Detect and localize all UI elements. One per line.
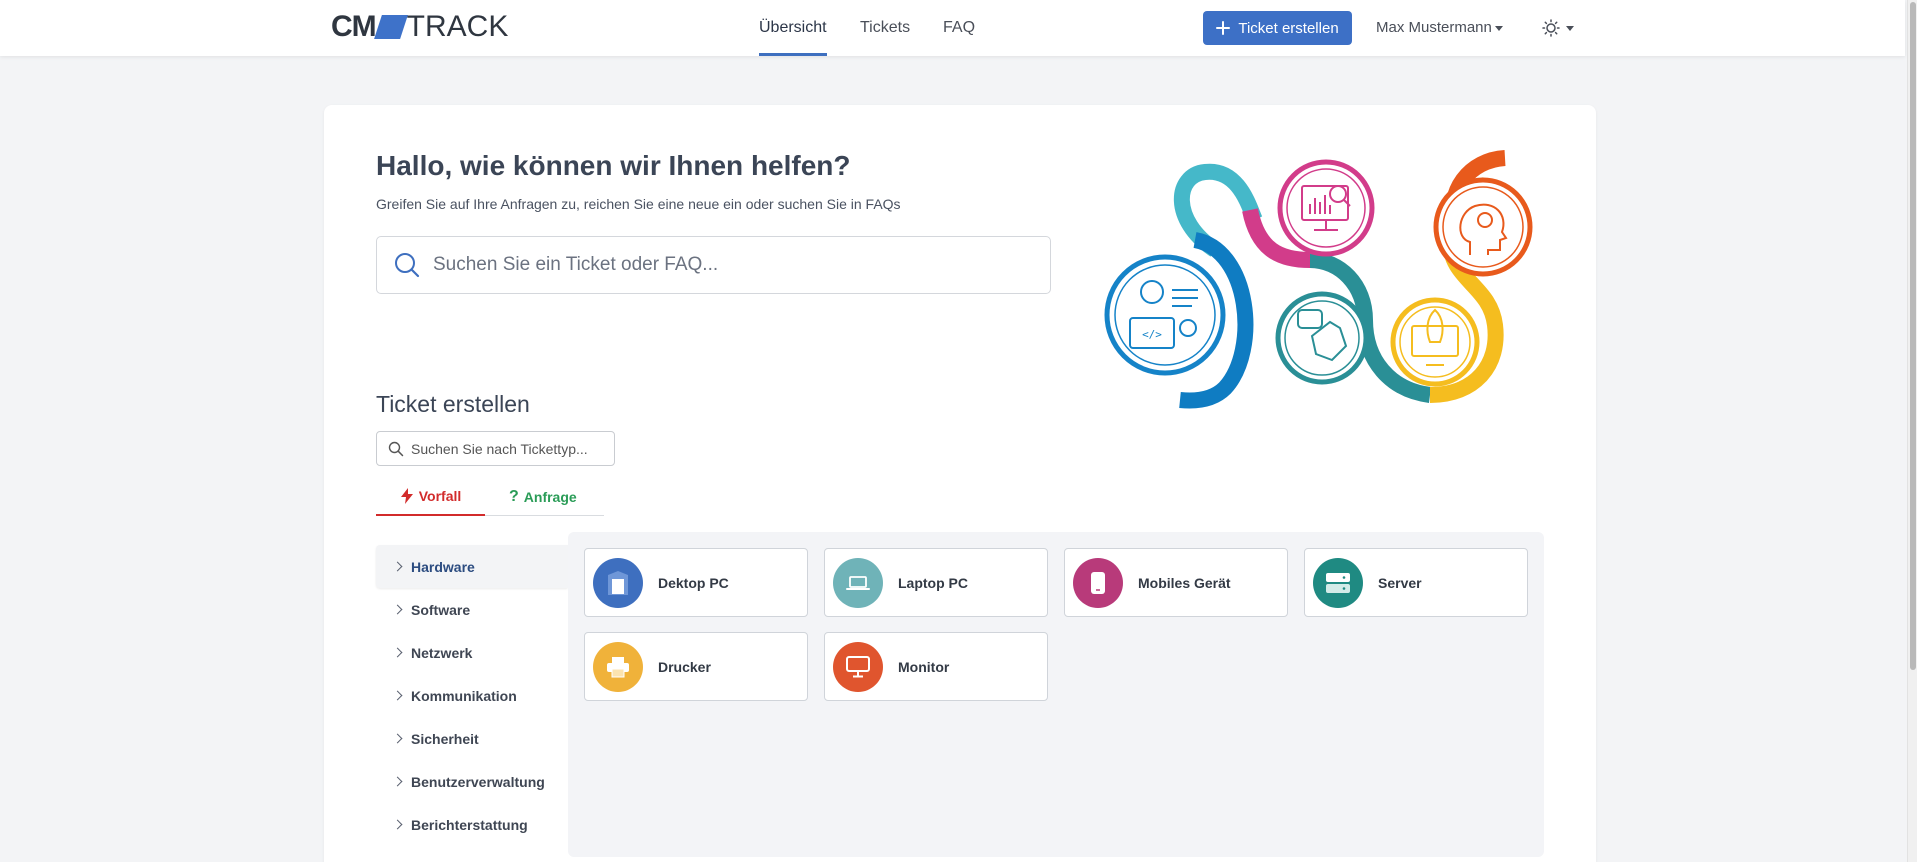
plus-icon — [1216, 21, 1231, 35]
nav-faq[interactable]: FAQ — [943, 0, 975, 56]
category-sicherheit[interactable]: Sicherheit — [376, 717, 568, 760]
theme-toggle[interactable] — [1542, 17, 1574, 39]
global-search-input[interactable] — [433, 254, 993, 276]
ticket-kind-tabs: Vorfall ? Anfrage — [376, 478, 604, 516]
idea-circle — [1433, 177, 1533, 277]
monitor-icon — [833, 641, 883, 692]
tab-vorfall[interactable]: Vorfall — [376, 478, 485, 516]
category-label: Berichterstattung — [411, 816, 528, 833]
category-list: Hardware Software Netzwerk Kommunikation… — [376, 545, 568, 846]
user-name: Max Mustermann — [1376, 19, 1492, 36]
create-ticket-button-label: Ticket erstellen — [1238, 19, 1339, 37]
caret-down-icon — [1494, 25, 1503, 31]
category-label: Hardware — [411, 558, 475, 575]
tile-monitor[interactable]: Monitor — [824, 632, 1048, 701]
page-scrollbar[interactable] — [1907, 0, 1917, 862]
create-ticket-heading: Ticket erstellen — [376, 391, 530, 417]
tile-label: Server — [1378, 574, 1422, 591]
create-ticket-button[interactable]: Ticket erstellen — [1203, 11, 1352, 45]
caret-down-icon — [1566, 25, 1574, 31]
tile-label: Monitor — [898, 658, 950, 675]
chevron-right-icon — [392, 647, 403, 658]
chevron-right-icon — [392, 733, 403, 744]
search-icon — [388, 441, 404, 456]
tab-vorfall-label: Vorfall — [418, 488, 462, 504]
tile-label: Laptop PC — [898, 574, 968, 591]
server-icon — [1313, 557, 1363, 608]
category-label: Benutzerverwaltung — [411, 773, 545, 790]
scrollbar-thumb[interactable] — [1910, 2, 1916, 670]
search-icon — [395, 253, 420, 278]
bolt-icon — [400, 488, 413, 504]
launch-circle — [1390, 297, 1480, 387]
logo-text-track: TRACK — [406, 10, 509, 43]
printer-icon — [593, 641, 643, 692]
category-label: Software — [411, 601, 471, 618]
chevron-right-icon — [392, 561, 403, 572]
global-search-field[interactable] — [376, 236, 1051, 294]
analytics-circle — [1277, 159, 1375, 257]
category-netzwerk[interactable]: Netzwerk — [376, 631, 568, 674]
category-hardware[interactable]: Hardware — [376, 545, 568, 588]
logo[interactable]: CM TRACK — [331, 10, 509, 43]
category-software[interactable]: Software — [376, 588, 568, 631]
tile-desktop-pc[interactable]: Dektop PC — [584, 548, 808, 617]
chevron-right-icon — [392, 776, 403, 787]
tile-label: Dektop PC — [658, 574, 729, 591]
category-label: Netzwerk — [411, 644, 473, 661]
developer-circle: </> — [1104, 254, 1226, 376]
top-navbar: CM TRACK Übersicht Tickets FAQ Ticket er… — [0, 0, 1905, 56]
page-subtitle: Greifen Sie auf Ihre Anfragen zu, reiche… — [376, 196, 901, 212]
logo-text-cm: CM — [331, 10, 377, 43]
tile-mobile-device[interactable]: Mobiles Gerät — [1064, 548, 1288, 617]
page-title: Hallo, wie können wir Ihnen helfen? — [376, 150, 851, 181]
category-label: Sicherheit — [411, 730, 479, 747]
tab-anfrage-label: Anfrage — [523, 489, 577, 505]
category-kommunikation[interactable]: Kommunikation — [376, 674, 568, 717]
logo-slash-mark — [373, 15, 408, 39]
tile-label: Mobiles Gerät — [1138, 574, 1231, 591]
nav-tickets[interactable]: Tickets — [860, 0, 910, 56]
category-benutzerverwaltung[interactable]: Benutzerverwaltung — [376, 760, 568, 803]
sun-icon — [1542, 19, 1560, 37]
feedback-circle — [1275, 291, 1369, 385]
category-berichterstattung[interactable]: Berichterstattung — [376, 803, 568, 846]
ticket-type-search-field[interactable] — [376, 431, 615, 466]
mobile-icon — [1073, 557, 1123, 608]
user-menu[interactable]: Max Mustermann — [1376, 0, 1503, 56]
tile-printer[interactable]: Drucker — [584, 632, 808, 701]
tile-laptop-pc[interactable]: Laptop PC — [824, 548, 1048, 617]
tab-anfrage[interactable]: ? Anfrage — [509, 478, 577, 516]
chevron-right-icon — [392, 604, 403, 615]
desktop-tower-icon — [593, 557, 643, 608]
chevron-right-icon — [392, 819, 403, 830]
ticket-type-search-input[interactable] — [411, 440, 611, 457]
category-label: Kommunikation — [411, 687, 517, 704]
svg-text:</>: </> — [1142, 328, 1162, 341]
support-illustration: </> — [1104, 150, 1533, 409]
laptop-icon — [833, 557, 883, 608]
nav-uebersicht[interactable]: Übersicht — [759, 0, 827, 56]
tile-label: Drucker — [658, 658, 711, 675]
tile-server[interactable]: Server — [1304, 548, 1528, 617]
question-icon: ? — [509, 488, 519, 505]
chevron-right-icon — [392, 690, 403, 701]
